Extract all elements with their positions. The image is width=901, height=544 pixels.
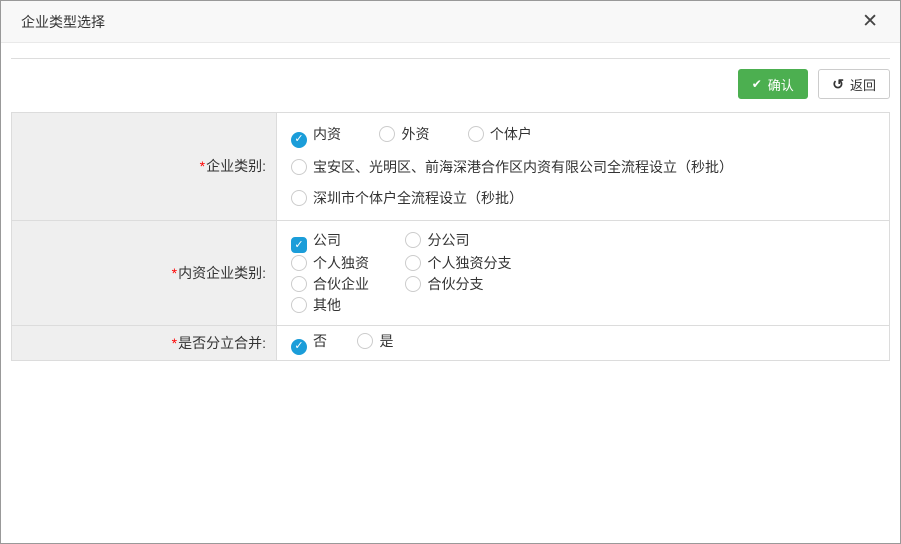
option-label: 合伙分支 [427, 276, 483, 292]
checkbox-icon [405, 255, 421, 271]
table-row-domestic-enterprise-category: *内资企业类别: ✓ 公司 分公司 [12, 220, 890, 326]
option-label: 宝安区、光明区、前海深港合作区内资有限公司全流程设立（秒批） [313, 159, 733, 175]
checkbox-option[interactable]: 个人独资分支 [405, 253, 511, 273]
option-label: 否 [313, 333, 327, 349]
row-label: *是否分立合并: [12, 326, 277, 361]
option-line: ✓否 是 [291, 331, 881, 355]
radio-icon [291, 159, 307, 175]
radio-option[interactable]: 宝安区、光明区、前海深港合作区内资有限公司全流程设立（秒批） [291, 156, 733, 178]
dialog-header: 企业类型选择 ✕ [1, 1, 900, 43]
checkbox-icon [405, 276, 421, 292]
radio-icon [357, 333, 373, 349]
radio-icon [291, 190, 307, 206]
enterprise-type-dialog: 企业类型选择 ✕ ✔ 确认 ↺ 返回 *企业类别: [0, 0, 901, 544]
option-line: ✓ 内资 外资 个体户 [291, 123, 881, 148]
checkbox-icon [291, 276, 307, 292]
row-options: ✓内资 外资 个体户 宝安区、光明区、前海深港合作区内资有限公司全流程设 [277, 113, 890, 221]
row-label: *企业类别: [12, 113, 277, 221]
checkbox-option[interactable]: 其他 [291, 295, 341, 315]
row-label-text: 内资企业类别: [178, 265, 266, 281]
radio-checked-icon: ✓ [291, 339, 307, 355]
table-row-split-merge: *是否分立合并: ✓否 是 [12, 326, 890, 361]
content-panel: ✔ 确认 ↺ 返回 *企业类别: ✓内资 [11, 58, 890, 361]
option-line: ✓ 公司 分公司 [291, 230, 881, 254]
checkbox-option[interactable]: 个人独资 [291, 253, 401, 273]
checkbox-icon [291, 297, 307, 313]
form-table: *企业类别: ✓内资 外资 个体户 [11, 112, 890, 361]
checkbox-option[interactable]: 分公司 [405, 230, 469, 250]
option-line: 其他 [291, 295, 881, 316]
option-line: 合伙企业 合伙分支 [291, 274, 881, 295]
required-marker: * [200, 158, 205, 174]
option-line: 个人独资 个人独资分支 [291, 253, 881, 274]
option-label: 其他 [313, 297, 341, 313]
dialog-title: 企业类型选择 [21, 12, 860, 32]
option-label: 公司 [313, 232, 341, 248]
radio-option[interactable]: 是 [357, 331, 393, 351]
radio-checked-icon: ✓ [291, 132, 307, 148]
check-icon: ✓ [294, 240, 303, 251]
dialog-content: ✔ 确认 ↺ 返回 *企业类别: ✓内资 [1, 43, 900, 361]
toolbar: ✔ 确认 ↺ 返回 [11, 69, 890, 99]
required-marker: * [172, 265, 177, 281]
option-label: 深圳市个体户全流程设立（秒批） [313, 190, 523, 206]
radio-option[interactable]: ✓ 内资 [291, 123, 341, 148]
row-options: ✓ 公司 分公司 个人独资 个人独资分支 [277, 220, 890, 326]
table-row-enterprise-category: *企业类别: ✓ 内资 外资 个体户 [12, 113, 890, 221]
radio-icon [468, 126, 484, 142]
row-options: ✓否 是 [277, 326, 890, 361]
checkbox-option[interactable]: 合伙分支 [405, 274, 483, 294]
checkbox-checked-icon: ✓ [291, 237, 307, 253]
radio-icon [379, 126, 395, 142]
close-icon[interactable]: ✕ [860, 10, 880, 33]
check-icon: ✓ [294, 341, 303, 352]
back-button[interactable]: ↺ 返回 [818, 69, 890, 99]
radio-option[interactable]: 个体户 [468, 123, 532, 145]
option-label: 合伙企业 [313, 276, 369, 292]
option-label: 个人独资 [313, 255, 369, 271]
option-line: 深圳市个体户全流程设立（秒批） [291, 187, 881, 210]
checkbox-icon [405, 232, 421, 248]
option-label: 外资 [401, 126, 429, 142]
checkbox-option[interactable]: 合伙企业 [291, 274, 401, 294]
option-line: 宝安区、光明区、前海深港合作区内资有限公司全流程设立（秒批） [291, 156, 881, 179]
checkbox-option[interactable]: ✓ 公司 [291, 230, 401, 254]
undo-icon: ↺ [832, 76, 844, 93]
row-label-text: 是否分立合并: [178, 335, 266, 351]
confirm-button-label: 确认 [768, 75, 794, 94]
option-label: 个人独资分支 [427, 255, 511, 271]
option-label: 是 [379, 333, 393, 349]
required-marker: * [172, 335, 177, 351]
option-label: 个体户 [490, 126, 532, 142]
option-label: 内资 [313, 126, 341, 142]
check-icon: ✓ [294, 134, 303, 145]
check-icon: ✔ [752, 77, 762, 91]
radio-option[interactable]: 外资 [379, 123, 429, 145]
confirm-button[interactable]: ✔ 确认 [738, 69, 808, 99]
radio-option[interactable]: 深圳市个体户全流程设立（秒批） [291, 187, 523, 209]
checkbox-icon [291, 255, 307, 271]
radio-option[interactable]: ✓否 [291, 331, 327, 355]
row-label: *内资企业类别: [12, 220, 277, 326]
back-button-label: 返回 [850, 75, 876, 94]
option-label: 分公司 [427, 232, 469, 248]
row-label-text: 企业类别: [206, 158, 266, 174]
